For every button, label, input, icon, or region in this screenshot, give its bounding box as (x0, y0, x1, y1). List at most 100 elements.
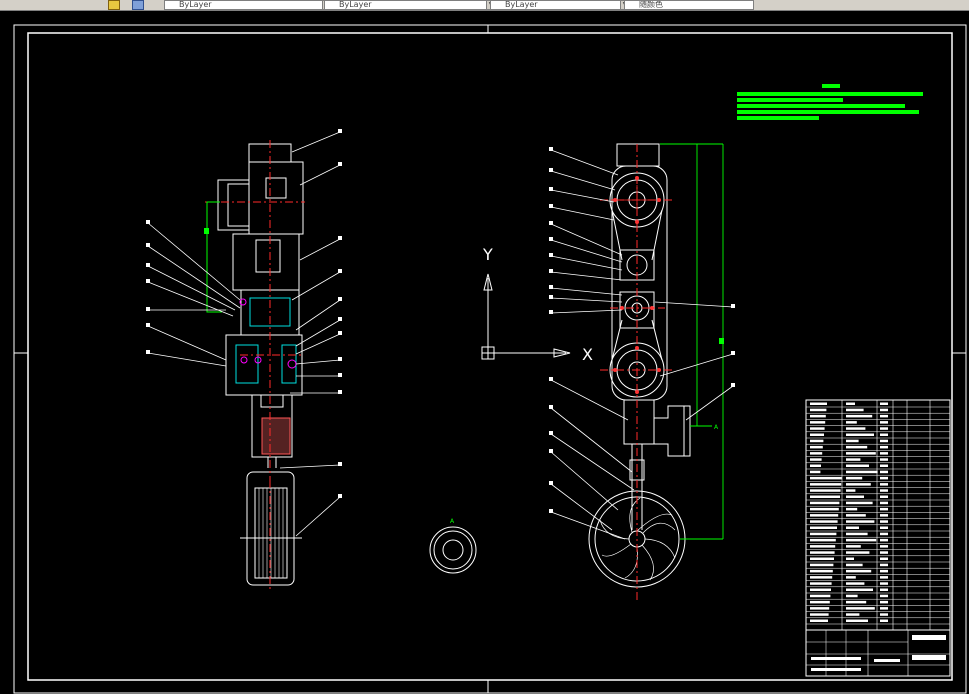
linetype-combo-value: ByLayer (339, 0, 372, 9)
parts-cell-mark (846, 520, 875, 523)
parts-cell-mark (846, 458, 861, 461)
parts-cell-mark (810, 507, 839, 511)
parts-cell-mark (810, 594, 831, 598)
joint-hatch-right (281, 344, 297, 384)
parts-cell-mark (846, 563, 863, 567)
toolbar-icon-layers[interactable] (108, 0, 120, 10)
parts-cell-mark (880, 520, 888, 523)
parts-cell-mark (810, 402, 827, 405)
parts-cell-mark (846, 464, 869, 467)
right-dimensions (660, 143, 724, 540)
parts-cell-mark (810, 520, 838, 523)
parts-cell-mark (810, 551, 835, 554)
motor-window (265, 177, 287, 199)
mount-flange (654, 405, 691, 457)
parts-cell-mark (880, 476, 888, 480)
parts-cell-mark (810, 421, 826, 424)
parts-cell-mark (810, 489, 841, 492)
parts-cell-mark (846, 445, 868, 449)
parts-cell-mark (846, 489, 856, 492)
parts-cell-mark (880, 439, 888, 443)
parts-cell-mark (846, 408, 864, 412)
parts-cell-mark (880, 569, 888, 573)
parts-cell-mark (846, 545, 861, 548)
parts-cell-mark (810, 427, 825, 430)
axis-y-label: Y (482, 245, 493, 264)
plotstyle-combo[interactable]: 随颜色 (624, 0, 754, 10)
parts-cell-mark (810, 458, 822, 461)
parts-cell-mark (810, 538, 836, 542)
parts-cell-mark (846, 538, 877, 542)
parts-cell-mark (810, 545, 836, 548)
parts-cell-mark (880, 619, 888, 622)
toolbar-icon-cube[interactable] (132, 0, 144, 10)
parts-cell-mark (810, 464, 821, 467)
parts-cell-mark (846, 551, 870, 554)
parts-cell-mark (846, 433, 874, 436)
linetype-combo[interactable]: ByLayer▼ (324, 0, 496, 10)
ring-detail (429, 526, 477, 574)
parts-cell-mark (880, 433, 888, 436)
parts-cell-mark (810, 607, 830, 610)
parts-cell-mark (880, 532, 888, 536)
parts-cell-mark (810, 452, 823, 455)
joint-hatch-left (235, 344, 259, 384)
parts-cell-mark (810, 526, 837, 529)
parts-cell-mark (880, 576, 888, 579)
parts-cell-mark (810, 501, 840, 505)
parts-cell-mark (880, 507, 888, 511)
left-dimension (206, 201, 222, 313)
parts-cell-mark (880, 514, 888, 517)
parts-cell-mark (846, 526, 859, 529)
parts-cell-mark (810, 582, 832, 585)
parts-cell-mark (846, 600, 867, 604)
cad-drawing: Y X A A (13, 24, 967, 694)
drawing-canvas[interactable]: Y X A A (0, 10, 969, 694)
gearbox-inner (227, 183, 250, 227)
lower-housing (623, 399, 655, 445)
plotstyle-combo-value: 随颜色 (639, 0, 663, 9)
parts-cell-mark (810, 408, 827, 412)
parts-cell-mark (880, 427, 888, 430)
parts-cell-mark (810, 495, 840, 498)
arm-slot (260, 394, 284, 408)
parts-cell-mark (846, 476, 863, 480)
top-cap (616, 143, 660, 167)
parts-cell-mark (880, 495, 888, 498)
parts-cell-mark (810, 414, 826, 418)
parts-cell-mark (810, 563, 834, 567)
parts-cell-mark (846, 582, 865, 585)
parts-cell-mark (880, 607, 888, 610)
parts-cell-mark (880, 464, 888, 467)
parts-cell-mark (846, 594, 858, 598)
parts-cell-mark (880, 600, 888, 604)
parts-cell-mark (880, 588, 888, 591)
lineweight-combo[interactable]: ByLayer▼ (490, 0, 630, 10)
parts-cell-mark (846, 588, 873, 591)
parts-cell-mark (846, 607, 875, 610)
joint-housing (225, 334, 303, 396)
parts-cell-mark (846, 569, 872, 573)
parts-cell-mark (810, 613, 829, 616)
parts-cell-mark (880, 551, 888, 554)
parts-cell-mark (846, 613, 860, 616)
color-combo[interactable]: ByLayer▼ (164, 0, 332, 10)
parts-cell-mark (810, 569, 833, 573)
axis-x-label: X (582, 345, 593, 364)
parts-cell-mark (880, 421, 888, 424)
parts-cell-mark (810, 439, 824, 443)
body-window (255, 239, 281, 273)
parts-cell-mark (880, 458, 888, 461)
parts-cell-mark (880, 545, 888, 548)
title-block (805, 629, 951, 677)
parts-cell-mark (880, 557, 888, 560)
parts-cell-mark (810, 470, 821, 474)
parts-cell-mark (880, 582, 888, 585)
parts-cell-mark (846, 427, 866, 430)
ucs-icon (481, 273, 571, 360)
parts-cell-mark (810, 514, 839, 517)
parts-cell-mark (846, 514, 866, 517)
parts-cell-mark (846, 532, 868, 536)
parts-cell-mark (810, 483, 842, 486)
parts-cell-mark (846, 402, 855, 405)
